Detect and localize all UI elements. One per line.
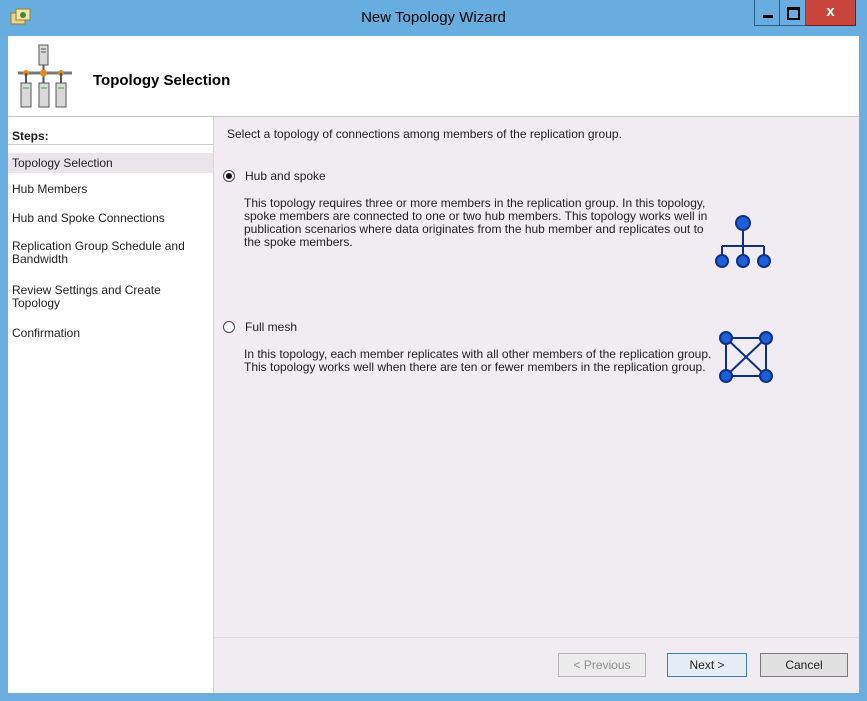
full-mesh-description: In this topology, each member replicates… bbox=[244, 347, 712, 374]
hub-spoke-label[interactable]: Hub and spoke bbox=[245, 169, 326, 183]
footer-divider bbox=[214, 637, 859, 638]
instruction-text: Select a topology of connections among m… bbox=[227, 127, 622, 141]
wizard-window: New Topology Wizard x Topology Selection… bbox=[0, 0, 867, 701]
steps-heading: Steps: bbox=[12, 129, 49, 143]
step-replication-schedule[interactable]: Replication Group Schedule and Bandwidth bbox=[8, 240, 213, 266]
steps-divider bbox=[8, 144, 213, 145]
full-mesh-label[interactable]: Full mesh bbox=[245, 320, 297, 334]
page-title: Topology Selection bbox=[93, 72, 231, 89]
step-review-settings[interactable]: Review Settings and Create Topology bbox=[8, 284, 213, 310]
step-hub-spoke-connections[interactable]: Hub and Spoke Connections bbox=[8, 212, 213, 225]
main-panel: Select a topology of connections among m… bbox=[214, 117, 859, 693]
close-button[interactable]: x bbox=[806, 0, 856, 26]
steps-sidebar: Steps: Topology Selection Hub Members Hu… bbox=[8, 117, 214, 693]
hub-spoke-description: This topology requires three or more mem… bbox=[244, 196, 708, 249]
full-mesh-radio[interactable] bbox=[223, 321, 235, 333]
minimize-button[interactable] bbox=[754, 0, 780, 26]
hub-spoke-radio[interactable] bbox=[223, 170, 235, 182]
window-title: New Topology Wizard bbox=[361, 9, 506, 26]
step-hub-members[interactable]: Hub Members bbox=[8, 183, 213, 196]
close-icon: x bbox=[826, 3, 835, 20]
step-topology-selection[interactable]: Topology Selection bbox=[8, 153, 213, 173]
title-bar[interactable]: New Topology Wizard x bbox=[0, 0, 867, 36]
previous-button[interactable]: < Previous bbox=[558, 653, 646, 677]
wizard-header: Topology Selection bbox=[8, 36, 859, 117]
maximize-button[interactable] bbox=[780, 0, 806, 26]
cancel-button[interactable]: Cancel bbox=[760, 653, 848, 677]
server-topology-icon bbox=[18, 44, 72, 108]
hub-spoke-icon bbox=[715, 215, 771, 268]
step-confirmation[interactable]: Confirmation bbox=[8, 327, 213, 340]
full-mesh-icon bbox=[719, 331, 773, 383]
wizard-content: Topology Selection Steps: Topology Selec… bbox=[8, 36, 859, 693]
next-button[interactable]: Next > bbox=[667, 653, 747, 677]
